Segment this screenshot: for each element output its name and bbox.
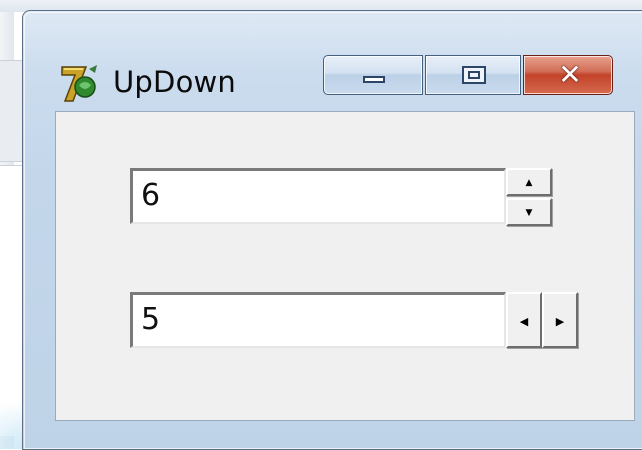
spin-down-button[interactable]: ▼: [506, 198, 552, 226]
arrow-down-icon: ▼: [525, 208, 533, 218]
maximize-icon: [462, 66, 486, 84]
vertical-updown-edit[interactable]: 6: [130, 168, 506, 224]
horizontal-updown-edit[interactable]: 5: [130, 292, 506, 348]
close-icon: ✕: [558, 58, 582, 91]
background-window-panel: [0, 60, 22, 162]
minimize-button[interactable]: [323, 55, 423, 95]
updown-window: UpDown ✕ 6 ▲ ▼ 5 ◀ ▶: [22, 10, 642, 450]
arrow-up-icon: ▲: [525, 178, 533, 188]
client-area: 6 ▲ ▼ 5 ◀ ▶: [55, 111, 635, 421]
spin-right-button[interactable]: ▶: [542, 292, 578, 348]
minimize-icon: [363, 76, 385, 83]
window-title: UpDown: [113, 65, 237, 99]
arrow-left-icon: ◀: [519, 315, 529, 328]
title-bar[interactable]: UpDown ✕: [23, 11, 642, 111]
delphi-7-icon[interactable]: [59, 61, 101, 107]
close-button[interactable]: ✕: [523, 55, 613, 95]
spin-left-button[interactable]: ◀: [506, 292, 542, 348]
spin-up-button[interactable]: ▲: [506, 168, 552, 196]
arrow-right-icon: ▶: [555, 315, 565, 328]
maximize-button[interactable]: [425, 55, 521, 95]
